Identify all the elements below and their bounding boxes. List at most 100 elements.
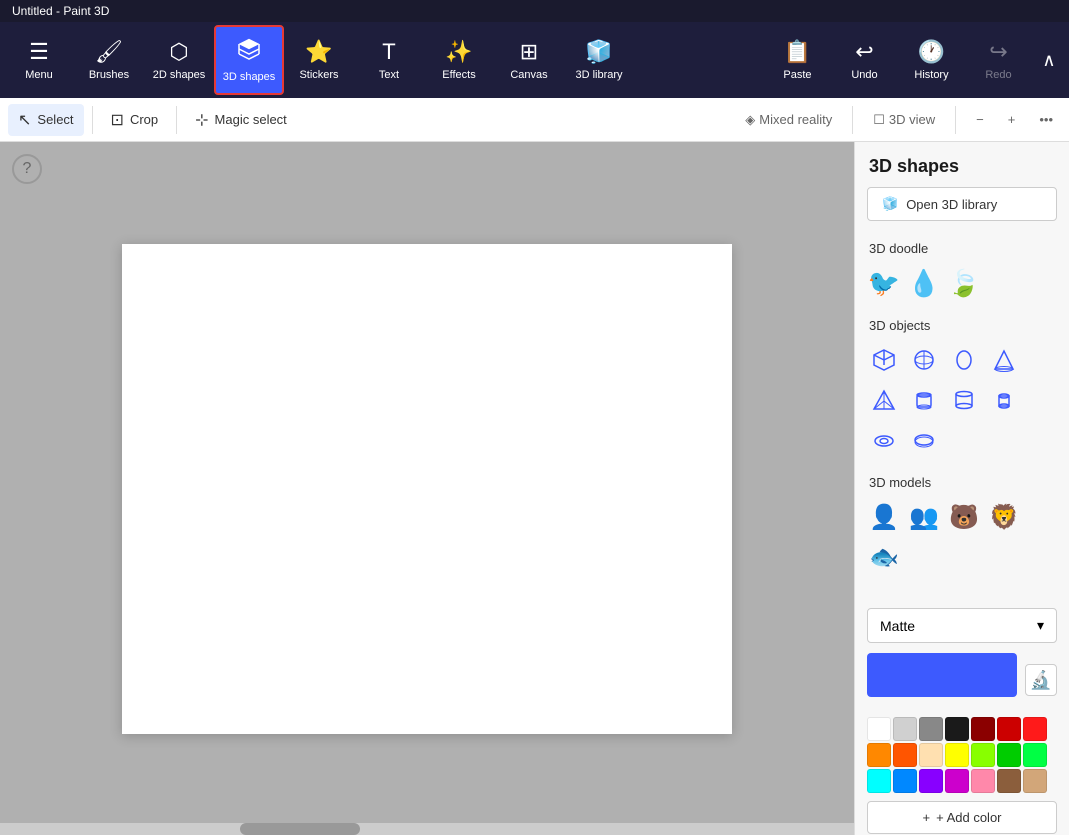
crop-button[interactable]: ⊡ Crop	[101, 104, 169, 136]
color-magenta[interactable]	[945, 769, 969, 793]
color-gray[interactable]	[919, 717, 943, 741]
undo-icon: ↩	[855, 39, 873, 65]
more-options-icon: •••	[1039, 112, 1053, 127]
object-donut[interactable]	[905, 421, 943, 459]
horizontal-scrollbar[interactable]	[0, 823, 854, 835]
history-button[interactable]: 🕐 History	[899, 25, 964, 95]
view-3d-label: 3D view	[889, 112, 935, 127]
mixed-reality-icon: ◈	[745, 112, 755, 128]
object-cone[interactable]	[985, 341, 1023, 379]
color-brightred[interactable]	[1023, 717, 1047, 741]
view-3d-icon: ☐	[873, 112, 885, 128]
text-icon: T	[382, 39, 395, 65]
object-sphere[interactable]	[905, 341, 943, 379]
text-label: Text	[379, 69, 399, 81]
collapse-button[interactable]: ∧	[1033, 25, 1065, 95]
right-panel: 3D shapes 🧊 Open 3D library 3D doodle 🐦 …	[854, 142, 1069, 835]
model-fish[interactable]: 🐟	[865, 538, 903, 576]
canvas-area[interactable]: ?	[0, 142, 854, 835]
material-dropdown[interactable]: Matte ▾	[867, 608, 1057, 643]
color-yellow[interactable]	[945, 743, 969, 767]
brushes-button[interactable]: 🖌 Brushes	[74, 25, 144, 95]
paste-button[interactable]: 📋 Paste	[765, 25, 830, 95]
menu-label: Menu	[25, 69, 53, 81]
shapes-3d-label: 3D shapes	[223, 71, 276, 83]
shapes-3d-icon	[237, 37, 261, 67]
models-grid: 👤 👥 🐻 🦁 🐟	[855, 498, 1069, 586]
drawing-canvas[interactable]	[122, 244, 732, 734]
shapes-2d-button[interactable]: ⬡ 2D shapes	[144, 25, 214, 95]
object-pyramid[interactable]	[865, 381, 903, 419]
mixed-reality-button[interactable]: ◈ Mixed reality	[737, 108, 840, 132]
color-peach[interactable]	[919, 743, 943, 767]
select-button[interactable]: ↖ Select	[8, 104, 84, 136]
color-purple[interactable]	[919, 769, 943, 793]
help-button[interactable]: ?	[12, 154, 42, 184]
text-button[interactable]: T Text	[354, 25, 424, 95]
color-green[interactable]	[997, 743, 1021, 767]
object-cylinder[interactable]	[945, 381, 983, 419]
redo-label: Redo	[985, 69, 1011, 81]
magic-select-button[interactable]: ⊹ Magic select	[185, 104, 297, 136]
more-options-button[interactable]: •••	[1031, 108, 1061, 131]
canvas-button[interactable]: ⊞ Canvas	[494, 25, 564, 95]
library-button[interactable]: 🧊 3D library	[564, 25, 634, 95]
undo-label: Undo	[851, 69, 877, 81]
effects-button[interactable]: ✨ Effects	[424, 25, 494, 95]
color-white[interactable]	[867, 717, 891, 741]
doodle-shape-3[interactable]: 🍃	[945, 264, 983, 302]
color-row-2	[867, 743, 1057, 767]
redo-button[interactable]: ↪ Redo	[966, 25, 1031, 95]
stickers-button[interactable]: ⭐ Stickers	[284, 25, 354, 95]
main-toolbar: ☰ Menu 🖌 Brushes ⬡ 2D shapes 3D shapes ⭐…	[0, 22, 1069, 98]
zoom-out-button[interactable]: −	[968, 108, 992, 131]
color-brightgreen[interactable]	[1023, 743, 1047, 767]
open-library-label: Open 3D library	[906, 197, 997, 212]
toolbar-divider-4	[955, 106, 956, 134]
doodle-shape-2[interactable]: 💧	[905, 264, 943, 302]
color-darkred[interactable]	[971, 717, 995, 741]
color-blue[interactable]	[893, 769, 917, 793]
eyedropper-button[interactable]: 🔬	[1025, 664, 1057, 696]
color-preview[interactable]	[867, 653, 1017, 697]
color-tan[interactable]	[1023, 769, 1047, 793]
dropdown-arrow-icon: ▾	[1037, 617, 1044, 634]
object-cube[interactable]	[865, 341, 903, 379]
add-color-button[interactable]: + + Add color	[867, 801, 1057, 834]
color-lightgray[interactable]	[893, 717, 917, 741]
undo-button[interactable]: ↩ Undo	[832, 25, 897, 95]
model-person-2[interactable]: 👥	[905, 498, 943, 536]
scrollbar-thumb[interactable]	[240, 823, 360, 835]
color-pink[interactable]	[971, 769, 995, 793]
open-library-icon: 🧊	[882, 196, 898, 212]
view-3d-button[interactable]: ☐ 3D view	[865, 108, 943, 132]
color-lime[interactable]	[971, 743, 995, 767]
model-bear[interactable]: 🐻	[945, 498, 983, 536]
color-red[interactable]	[997, 717, 1021, 741]
color-brown[interactable]	[997, 769, 1021, 793]
menu-button[interactable]: ☰ Menu	[4, 25, 74, 95]
open-library-button[interactable]: 🧊 Open 3D library	[867, 187, 1057, 221]
model-person-1[interactable]: 👤	[865, 498, 903, 536]
color-black[interactable]	[945, 717, 969, 741]
shapes-3d-button[interactable]: 3D shapes	[214, 25, 284, 95]
object-tube[interactable]	[905, 381, 943, 419]
color-orange[interactable]	[867, 743, 891, 767]
color-cyan[interactable]	[867, 769, 891, 793]
eyedropper-icon: 🔬	[1030, 670, 1052, 691]
doodle-shape-1[interactable]: 🐦	[865, 264, 903, 302]
model-cat[interactable]: 🦁	[985, 498, 1023, 536]
canvas-icon: ⊞	[520, 39, 538, 65]
color-darkorange[interactable]	[893, 743, 917, 767]
object-egg[interactable]	[945, 341, 983, 379]
shapes-2d-icon: ⬡	[169, 39, 188, 65]
models-section-label: 3D models	[855, 469, 1069, 498]
select-label: Select	[37, 112, 73, 127]
zoom-in-button[interactable]: +	[1000, 108, 1024, 131]
object-capsule[interactable]	[985, 381, 1023, 419]
object-torus[interactable]	[865, 421, 903, 459]
paste-label: Paste	[783, 69, 811, 81]
color-row-3	[867, 769, 1057, 793]
history-label: History	[914, 69, 948, 81]
effects-icon: ✨	[445, 39, 472, 65]
